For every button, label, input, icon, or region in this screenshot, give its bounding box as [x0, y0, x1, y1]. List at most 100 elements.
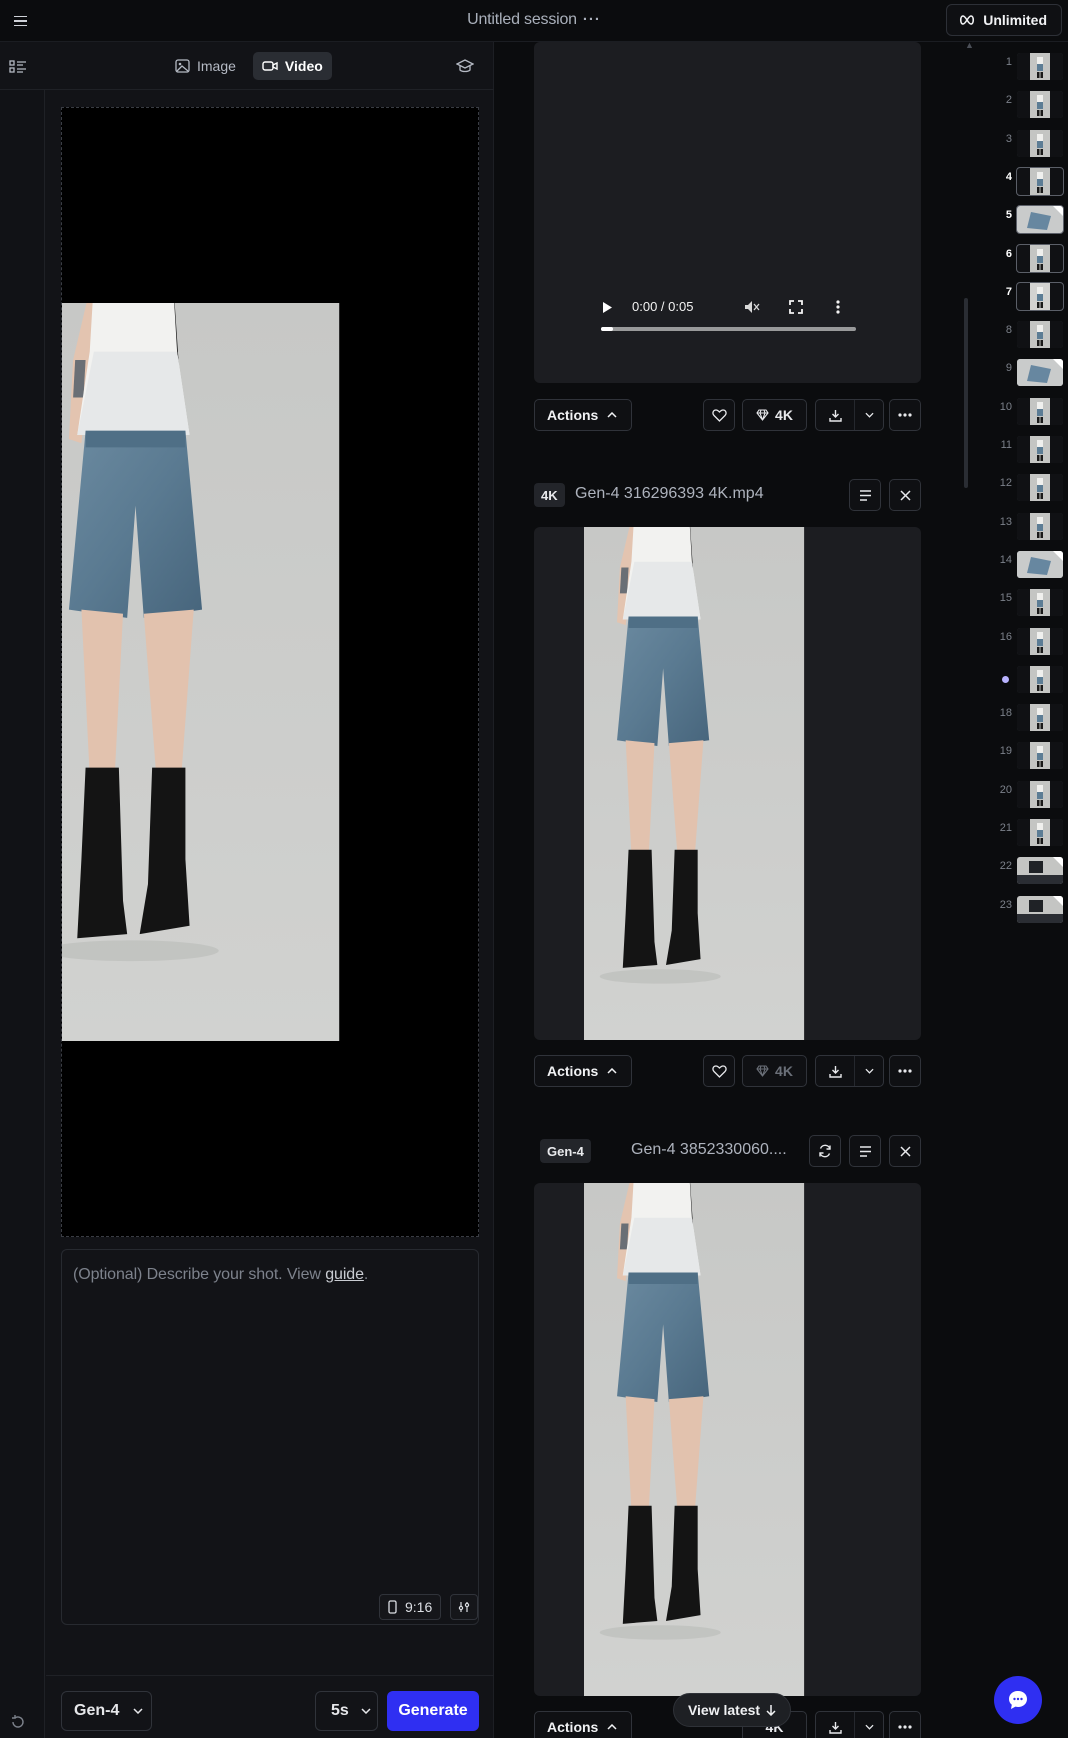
prompt-placeholder: (Optional) Describe your shot. View guid…: [73, 1266, 368, 1284]
prompt-placeholder-suffix: .: [363, 1266, 369, 1283]
thumbnail-item[interactable]: 4: [975, 166, 1065, 204]
generate-button[interactable]: Generate: [387, 1691, 479, 1731]
generations-feed: 0:00 / 0:05 Actions 4K 4K Gen-4 31629639…: [495, 42, 955, 1738]
volume-muted-icon[interactable]: [744, 300, 760, 314]
refresh-history-icon[interactable]: [10, 1714, 26, 1730]
thumbnail-index: 4: [1005, 170, 1012, 183]
duration-select[interactable]: 5s: [315, 1691, 378, 1731]
session-title-wrap: Untitled session ···: [0, 11, 1068, 29]
prompt-textarea[interactable]: (Optional) Describe your shot. View guid…: [61, 1249, 479, 1625]
settings-button[interactable]: [450, 1594, 478, 1620]
thumbnail-item[interactable]: [975, 665, 1065, 702]
more-horizontal-icon: [898, 413, 912, 417]
aspect-ratio-button[interactable]: 9:16: [379, 1594, 442, 1620]
session-title[interactable]: Untitled session: [467, 11, 577, 28]
thumbnail-item[interactable]: 5: [975, 205, 1065, 242]
tab-image-label: Image: [197, 58, 236, 74]
tab-image[interactable]: Image: [166, 52, 245, 80]
thumbnail-item[interactable]: 12: [975, 474, 1065, 510]
diamond-icon: [756, 409, 769, 421]
rerun-button[interactable]: [809, 1135, 841, 1167]
more-options-button[interactable]: [889, 1055, 921, 1087]
thumbnail-item[interactable]: 15: [975, 589, 1065, 625]
session-more-icon[interactable]: ···: [583, 11, 601, 28]
video-card-3[interactable]: [534, 1183, 921, 1696]
close-button[interactable]: [889, 1135, 921, 1167]
actions-button[interactable]: Actions: [534, 1711, 632, 1738]
video-progress-bar[interactable]: [601, 327, 856, 331]
support-chat-button[interactable]: [994, 1676, 1042, 1724]
thumbnail-item[interactable]: 14: [975, 550, 1065, 587]
view-latest-button[interactable]: View latest: [673, 1693, 791, 1727]
actions-button[interactable]: Actions: [534, 399, 632, 431]
thumbnail-item[interactable]: 9: [975, 359, 1065, 395]
input-image: [62, 303, 478, 1041]
thumbnail-item[interactable]: 6: [975, 243, 1065, 281]
scroll-up-icon[interactable]: ▲: [965, 40, 974, 50]
thumbnail-item[interactable]: 10: [975, 397, 1065, 434]
thumbnail-item[interactable]: 22: [975, 857, 1065, 893]
play-icon[interactable]: [602, 301, 613, 314]
close-button[interactable]: [889, 479, 921, 511]
unlimited-plan-button[interactable]: Unlimited: [946, 4, 1062, 36]
prompt-details-button[interactable]: [849, 479, 881, 511]
thumbnail-item[interactable]: 19: [975, 742, 1065, 778]
thumbnail-item[interactable]: 2: [975, 91, 1065, 127]
heart-icon: [711, 408, 727, 422]
thumbnail-item[interactable]: 1: [975, 53, 1065, 89]
favorite-button[interactable]: [703, 1055, 735, 1087]
video-time: 0:00 / 0:05: [632, 299, 694, 314]
input-image-preview[interactable]: [61, 107, 479, 1237]
list-view-icon[interactable]: [9, 59, 27, 75]
graduation-cap-icon[interactable]: [456, 58, 474, 74]
favorite-button[interactable]: [703, 399, 735, 431]
image-icon: [175, 59, 190, 73]
thumbnail-item[interactable]: 21: [975, 819, 1065, 855]
upscale-4k-button[interactable]: 4K: [742, 399, 807, 431]
thumbnail-image: [1017, 895, 1063, 923]
download-button[interactable]: [815, 1711, 884, 1738]
download-button[interactable]: [815, 399, 884, 431]
card-1-actions: Actions 4K: [534, 399, 921, 431]
more-options-button[interactable]: [889, 399, 921, 431]
prompt-placeholder-text: (Optional) Describe your shot. View: [73, 1266, 326, 1283]
more-options-button[interactable]: [889, 1711, 921, 1738]
video-thumbnail: [584, 527, 872, 1040]
source-image-thumbnail: [599, 1139, 625, 1165]
hamburger-menu-icon[interactable]: [10, 11, 30, 31]
file-name[interactable]: Gen-4 3852330060....: [631, 1141, 787, 1159]
tab-video[interactable]: Video: [252, 52, 332, 80]
align-left-icon: [859, 489, 871, 501]
more-vertical-icon[interactable]: [836, 300, 840, 314]
thumbnail-index: 20: [999, 783, 1012, 796]
prompt-details-button[interactable]: [849, 1135, 881, 1167]
thumbnail-index: 21: [999, 822, 1012, 834]
thumbnail-item[interactable]: 11: [975, 436, 1065, 472]
guide-link[interactable]: guide: [325, 1266, 364, 1283]
thumbnail-item[interactable]: 23: [975, 895, 1065, 932]
generation-panel: Image Video (Optional) Describe your sho…: [0, 42, 494, 1738]
thumbnail-image: [1017, 665, 1063, 693]
actions-button[interactable]: Actions: [534, 1055, 632, 1087]
thumbnail-item[interactable]: 13: [975, 512, 1065, 549]
thumbnail-index: 6: [1005, 247, 1012, 260]
thumbnail-scrollbar[interactable]: [964, 298, 968, 488]
model-select[interactable]: Gen-4: [61, 1691, 152, 1731]
video-card-2[interactable]: [534, 527, 921, 1040]
thumbnail-index: 18: [999, 707, 1012, 720]
download-button[interactable]: [815, 1055, 884, 1087]
fullscreen-icon[interactable]: [789, 300, 803, 314]
thumbnail-image: [1016, 281, 1064, 311]
video-player-card-1[interactable]: 0:00 / 0:05: [534, 42, 921, 383]
generate-bar: Gen-4 5s Generate: [46, 1675, 494, 1738]
thumbnail-item[interactable]: 18: [975, 704, 1065, 740]
thumbnail-item[interactable]: 16: [975, 627, 1065, 664]
thumbnail-item[interactable]: 8: [975, 321, 1065, 357]
thumbnail-index: 15: [999, 592, 1012, 605]
thumbnail-index: 11: [1000, 439, 1012, 451]
thumbnail-item[interactable]: 20: [975, 780, 1065, 817]
file-name[interactable]: Gen-4 316296393 4K.mp4: [575, 485, 764, 503]
thumbnail-item[interactable]: 3: [975, 129, 1065, 166]
thumbnail-item[interactable]: 7: [975, 281, 1065, 319]
upscale-4k-button: 4K: [742, 1055, 807, 1087]
